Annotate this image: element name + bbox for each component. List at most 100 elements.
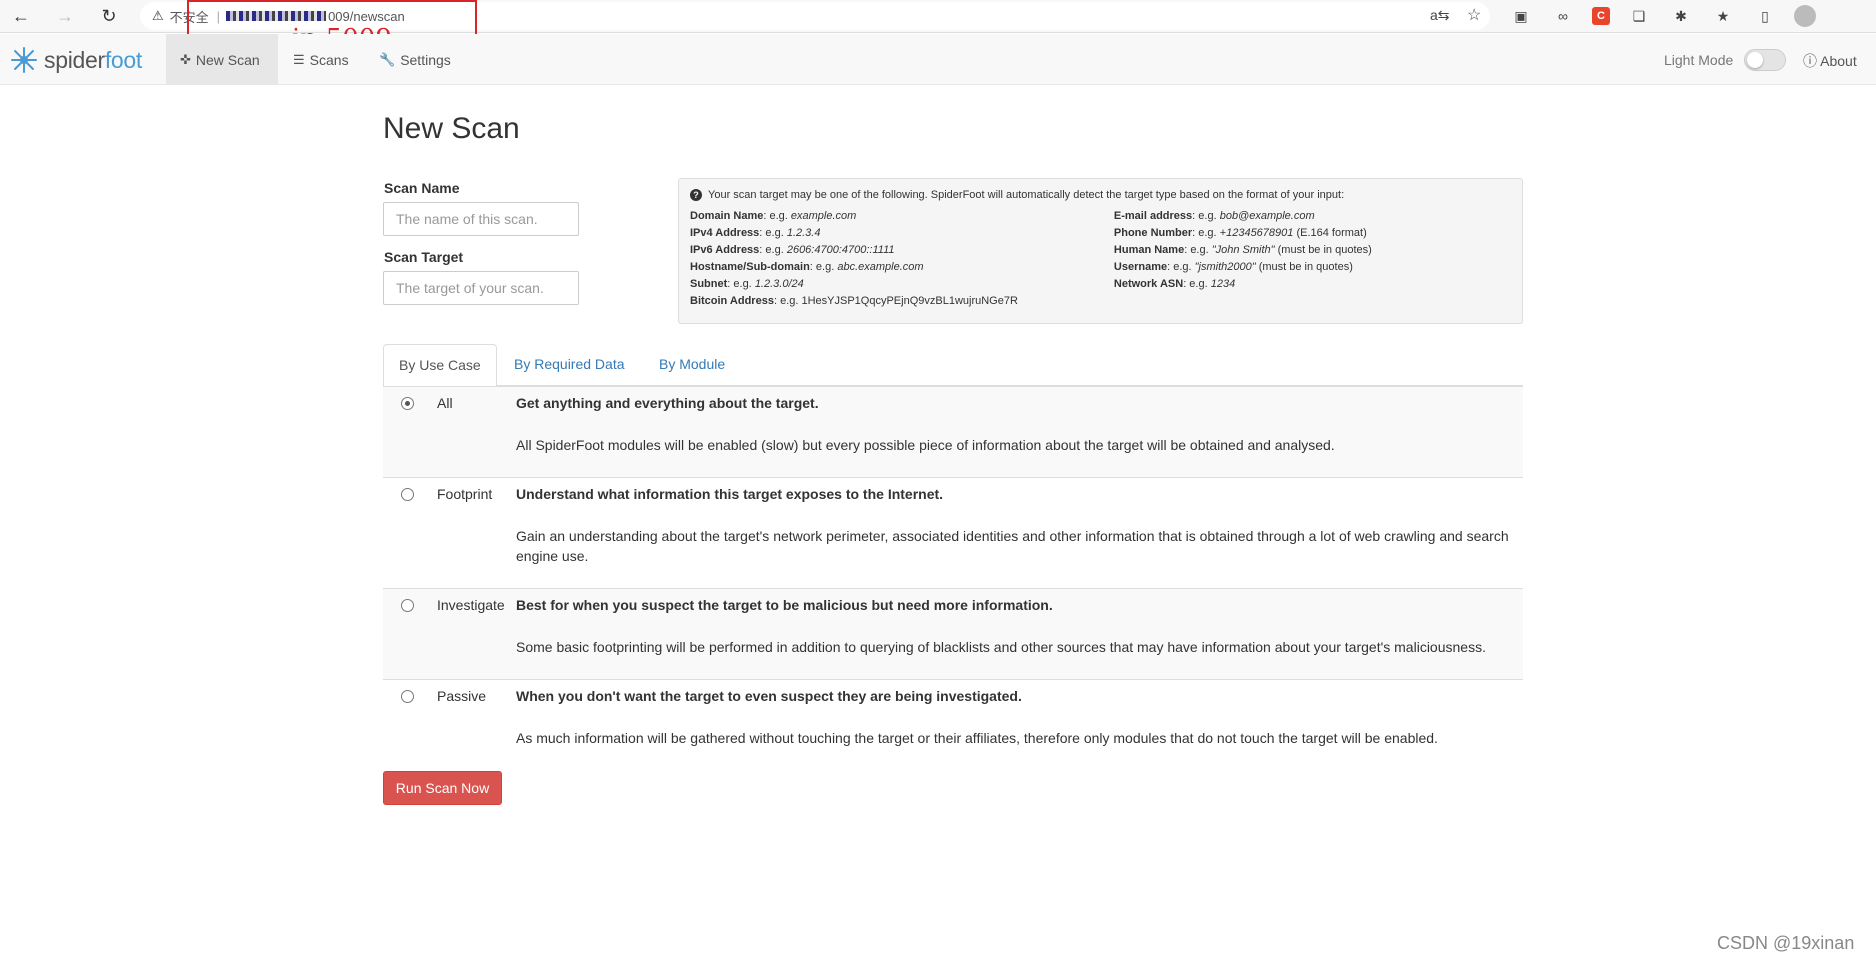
- translate-icon[interactable]: a⇆: [1430, 7, 1450, 24]
- run-scan-button[interactable]: Run Scan Now: [383, 771, 502, 805]
- use-case-row-investigate[interactable]: Investigate Best for when you suspect th…: [383, 588, 1523, 679]
- target-type-label: Hostname/Sub-domain: [690, 261, 810, 273]
- extension-icon[interactable]: ∞: [1550, 3, 1576, 29]
- target-type-example: "jsmith2000": [1194, 261, 1256, 273]
- watermark: CSDN @19xinan: [1717, 933, 1855, 953]
- use-case-desc: As much information will be gathered wit…: [516, 730, 1438, 746]
- nav-scans-label: Scans: [309, 51, 349, 68]
- tab-by-use-case[interactable]: By Use Case: [383, 344, 497, 387]
- target-type-prefix: : e.g.: [1192, 210, 1220, 222]
- target-type-label: E-mail address: [1113, 210, 1193, 222]
- puzzle-icon[interactable]: ✱: [1668, 3, 1694, 29]
- profile-avatar[interactable]: [1794, 5, 1816, 27]
- info-left-column: Domain Name: e.g. example.com IPv4 Addres…: [690, 208, 1114, 310]
- use-case-desc: Some basic footprinting will be performe…: [516, 639, 1486, 655]
- extension-icon[interactable]: ❏: [1626, 3, 1652, 29]
- target-type-row: Human Name: e.g. "John Smith" (must be i…: [1114, 242, 1511, 259]
- toggle-knob: [1747, 52, 1763, 68]
- nav-about[interactable]: ⓘ About: [1803, 51, 1857, 71]
- radio-footprint[interactable]: [401, 488, 414, 501]
- nav-settings-label: Settings: [400, 51, 451, 68]
- scan-name-input[interactable]: [383, 202, 579, 236]
- target-type-suffix: 1HesYJSP1QqcyPEjnQ9vzBL1wujruNGe7R: [801, 295, 1018, 307]
- use-case-desc: All SpiderFoot modules will be enabled (…: [516, 437, 1335, 453]
- collections-icon[interactable]: ▯: [1752, 3, 1778, 29]
- tab-by-required-data[interactable]: By Required Data: [499, 344, 640, 386]
- target-type-prefix: : e.g.: [1167, 261, 1195, 273]
- use-case-name: All: [437, 395, 453, 411]
- target-type-prefix: : e.g.: [727, 278, 755, 290]
- target-type-example: example.com: [790, 210, 857, 222]
- target-type-row: Hostname/Sub-domain: e.g. abc.example.co…: [690, 259, 1114, 276]
- scan-name-label: Scan Name: [384, 180, 460, 196]
- app-navbar: spiderfoot ✜ New Scan ☰ Scans 🔧 Settings…: [0, 34, 1876, 85]
- target-type-label: Bitcoin Address: [690, 295, 774, 307]
- use-case-title: Best for when you suspect the target to …: [516, 597, 1053, 613]
- target-type-example: abc.example.com: [837, 261, 924, 273]
- reload-icon[interactable]: ↻: [94, 1, 124, 31]
- target-type-prefix: : e.g.: [759, 244, 787, 256]
- extension-icon[interactable]: ▣: [1508, 3, 1534, 29]
- brand-foot: foot: [104, 46, 143, 73]
- target-type-prefix: : e.g.: [1184, 244, 1212, 256]
- target-type-label: IPv6 Address: [690, 244, 760, 256]
- use-case-name: Investigate: [437, 597, 505, 613]
- back-arrow-icon[interactable]: ←: [6, 1, 36, 31]
- info-icon: ⓘ: [1803, 53, 1817, 69]
- list-icon: ☰: [293, 51, 305, 67]
- light-mode-label: Light Mode: [1664, 52, 1734, 68]
- favorites-icon[interactable]: ★: [1710, 3, 1736, 29]
- scan-target-input[interactable]: [383, 271, 579, 305]
- target-type-label: IPv4 Address: [690, 227, 760, 239]
- target-type-row: Domain Name: e.g. example.com: [690, 208, 1114, 225]
- target-type-example: 1234: [1210, 278, 1236, 290]
- nav-new-scan-label: New Scan: [195, 51, 260, 68]
- nav-settings[interactable]: 🔧 Settings: [365, 34, 465, 85]
- forward-arrow-icon[interactable]: →: [50, 1, 80, 31]
- target-type-row: Subnet: e.g. 1.2.3.0/24: [690, 276, 1114, 293]
- spiderfoot-logo-icon: [11, 47, 37, 73]
- target-type-prefix: : e.g.: [809, 261, 838, 273]
- target-type-label: Network ASN: [1113, 278, 1184, 290]
- info-right-column: E-mail address: e.g. bob@example.com Phon…: [1114, 208, 1511, 310]
- use-case-title: When you don't want the target to even s…: [516, 688, 1022, 704]
- target-type-row: Network ASN: e.g. 1234: [1114, 276, 1511, 293]
- target-type-prefix: : e.g.: [1192, 227, 1220, 239]
- nav-about-label: About: [1820, 53, 1857, 69]
- target-type-example: 1.2.3.0/24: [754, 278, 804, 290]
- nav-new-scan[interactable]: ✜ New Scan: [166, 34, 278, 85]
- target-type-label: Subnet: [690, 278, 728, 290]
- use-case-title: Get anything and everything about the ta…: [516, 395, 819, 411]
- scan-type-tabs: By Use Case By Required Data By Module: [383, 344, 1523, 387]
- target-type-example: +12345678901: [1219, 227, 1294, 239]
- brand-spider: spider: [44, 46, 105, 73]
- radio-passive[interactable]: [401, 690, 414, 703]
- warning-icon: ⚠: [152, 8, 164, 23]
- target-type-example: "John Smith": [1211, 244, 1275, 256]
- nav-scans[interactable]: ☰ Scans: [279, 34, 363, 85]
- target-type-label: Domain Name: [690, 210, 764, 222]
- use-case-row-all[interactable]: All Get anything and everything about th…: [383, 386, 1523, 477]
- wrench-icon: 🔧: [379, 51, 396, 67]
- extension-c-icon[interactable]: C: [1592, 7, 1610, 25]
- radio-investigate[interactable]: [401, 599, 414, 612]
- use-case-row-footprint[interactable]: Footprint Understand what information th…: [383, 477, 1523, 588]
- target-type-row: Bitcoin Address: e.g. 1HesYJSP1QqcyPEjnQ…: [690, 293, 1114, 310]
- use-case-name: Footprint: [437, 486, 493, 502]
- target-type-suffix: (E.164 format): [1293, 227, 1367, 239]
- extensions-bar: ▣ ∞ C ❏ ✱ ★ ▯: [1508, 3, 1816, 29]
- radio-all[interactable]: [401, 397, 414, 410]
- target-type-row: IPv4 Address: e.g. 1.2.3.4: [690, 225, 1114, 242]
- use-case-row-passive[interactable]: Passive When you don't want the target t…: [383, 679, 1523, 751]
- light-mode-toggle[interactable]: [1744, 49, 1786, 71]
- crosshair-icon: ✜: [180, 51, 191, 67]
- target-type-suffix: (must be in quotes): [1255, 261, 1353, 273]
- target-type-label: Username: [1113, 261, 1168, 273]
- target-type-prefix: : e.g.: [759, 227, 787, 239]
- tab-by-module[interactable]: By Module: [644, 344, 740, 386]
- question-circle-icon: ?: [690, 189, 702, 201]
- target-type-row: Phone Number: e.g. +12345678901 (E.164 f…: [1114, 225, 1511, 242]
- favorite-star-icon[interactable]: ☆: [1467, 5, 1481, 25]
- brand-logo[interactable]: spiderfoot: [10, 46, 142, 74]
- target-types-info-box: ? Your scan target may be one of the fol…: [678, 178, 1523, 324]
